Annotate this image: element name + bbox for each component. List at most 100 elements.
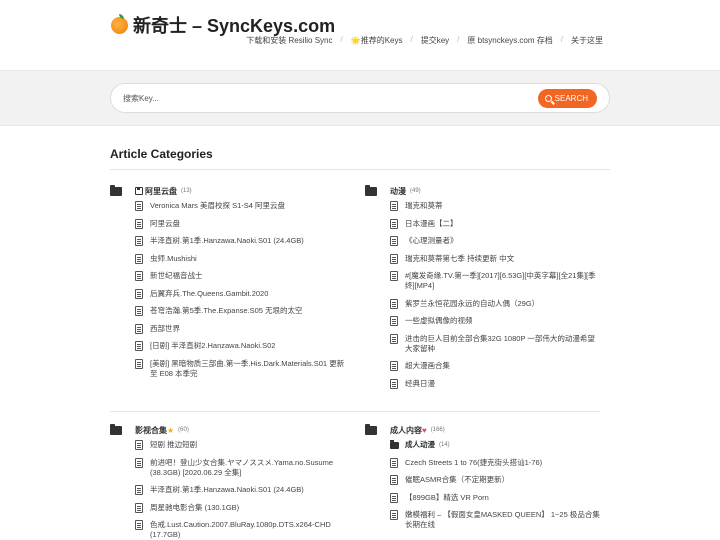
list-item[interactable]: 虫师.Mushishi (135, 253, 345, 264)
category-title[interactable]: 成人内容 (390, 425, 422, 436)
document-icon (135, 502, 143, 513)
list-item[interactable]: 西部世界 (135, 323, 345, 334)
article-link[interactable]: 虫师.Mushishi (150, 254, 197, 264)
category-film-collections: 影视合集 ★ (60) 短剧 推边短剧 前进吧！登山少女合集.ヤマノススメ.Yam… (110, 423, 345, 540)
list-item[interactable]: 阿里云盘 (135, 218, 345, 229)
document-icon (390, 333, 398, 344)
article-link[interactable]: 色戒.Lust.Caution.2007.BluRay.1080p.DTS.x2… (150, 520, 345, 540)
list-item[interactable]: 一些虚拟偶像的视频 (390, 316, 600, 326)
document-icon (390, 316, 398, 326)
document-icon (135, 440, 143, 450)
folder-icon (365, 184, 377, 196)
document-icon (390, 457, 398, 468)
document-icon (390, 475, 398, 485)
article-link[interactable]: 嫩模福利 – 【假面女皇MASKED QUEEN】 1~25 极品合集 长期在线 (405, 510, 600, 530)
article-link[interactable]: 半泽直树.第1季.Hanzawa.Naoki.S01 (24.4GB) (150, 485, 304, 495)
list-item[interactable]: 瑞克和莫蒂 (390, 201, 600, 211)
document-icon (135, 341, 143, 351)
article-link[interactable]: 西部世界 (150, 324, 180, 334)
document-icon (135, 201, 143, 211)
list-item[interactable]: 日本漫画【二】 (390, 218, 600, 229)
document-icon (390, 510, 398, 520)
document-icon (390, 201, 398, 211)
list-item[interactable]: 嫩模福利 – 【假面女皇MASKED QUEEN】 1~25 极品合集 长期在线 (390, 510, 600, 530)
list-item[interactable]: 苍穹浩瀚.第5季.The.Expanse.S05 无垠的太空 (135, 306, 345, 316)
list-item[interactable]: Czech Streets 1 to 76(捷克街头搭讪1-76) (390, 457, 600, 468)
list-item[interactable]: 前进吧！登山少女合集.ヤマノススメ.Yama.no.Susume (38.3GB… (135, 457, 345, 478)
search-band: SEARCH (0, 70, 720, 126)
article-link[interactable]: Veronica Mars 美眉校探 S1-S4 阿里云盘 (150, 201, 285, 211)
article-link[interactable]: 半泽直树.第1季.Hanzawa.Naoki.S01 (24.4GB) (150, 236, 304, 246)
article-link[interactable]: [日剧] 半泽直树2.Hanzawa.Naoki.S02 (150, 341, 275, 351)
list-item[interactable]: [日剧] 半泽直树2.Hanzawa.Naoki.S02 (135, 341, 345, 351)
divider (110, 169, 610, 170)
article-link[interactable]: 阿里云盘 (150, 219, 180, 229)
nav-separator: / (457, 35, 460, 44)
list-item[interactable]: 后翼弃兵.The.Queens.Gambit.2020 (135, 288, 345, 299)
nav-about[interactable]: 关于这里 (571, 35, 603, 46)
article-link[interactable]: 苍穹浩瀚.第5季.The.Expanse.S05 无垠的太空 (150, 306, 303, 316)
list-item[interactable]: 新世纪福音战士 (135, 271, 345, 281)
list-item[interactable]: 经典日漫 (390, 378, 600, 389)
nav-submit-key[interactable]: 提交key (421, 35, 449, 46)
folder-icon (110, 184, 122, 196)
article-link[interactable]: 新世纪福音战士 (150, 271, 203, 281)
list-item[interactable]: [美剧] 黑暗物质三部曲.第一季.His.Dark.Materials.S01 … (135, 358, 345, 379)
category-title[interactable]: 影视合集 (135, 425, 167, 436)
nav-archive[interactable]: 原 btsynckeys.com 存档 (467, 35, 552, 46)
category-header: 影视合集 ★ (60) (110, 423, 345, 437)
list-item[interactable]: Veronica Mars 美眉校探 S1-S4 阿里云盘 (135, 201, 345, 211)
list-item[interactable]: 紫罗兰永恒花园永远的自动人偶（29G） (390, 298, 600, 309)
list-item[interactable]: 催眠ASMR合集（不定期更新） (390, 475, 600, 485)
article-link[interactable]: 催眠ASMR合集（不定期更新） (405, 475, 509, 485)
list-item[interactable]: #[魔发奇缘.TV.第一季][2017][6.53G][中英字幕][全21集][… (390, 271, 600, 291)
list-item[interactable]: 《心理测量者》 (390, 236, 600, 246)
article-link[interactable]: 日本漫画【二】 (405, 219, 458, 229)
search-button[interactable]: SEARCH (537, 89, 597, 108)
document-icon (390, 236, 398, 246)
category-count: (49) (410, 188, 421, 194)
article-link[interactable]: 【899GB】精选 VR Porn (405, 493, 489, 503)
list-item[interactable]: 短剧 推边短剧 (135, 440, 345, 450)
list-item[interactable]: 半泽直树.第1季.Hanzawa.Naoki.S01 (24.4GB) (135, 236, 345, 246)
document-icon (390, 218, 398, 229)
nav-download-install[interactable]: 下载和安装 Resilio Sync (246, 35, 332, 46)
list-item[interactable]: 【899GB】精选 VR Porn (390, 492, 600, 503)
category-title[interactable]: 阿里云盘 (145, 186, 177, 197)
article-link[interactable]: 紫罗兰永恒花园永远的自动人偶（29G） (405, 299, 539, 309)
article-link[interactable]: [美剧] 黑暗物质三部曲.第一季.His.Dark.Materials.S01 … (150, 359, 345, 379)
site-header: 新奇士 – SyncKeys.com 下载和安装 Resilio Sync / … (0, 0, 720, 70)
list-item[interactable]: 色戒.Lust.Caution.2007.BluRay.1080p.DTS.x2… (135, 520, 345, 540)
article-link[interactable]: 前进吧！登山少女合集.ヤマノススメ.Yama.no.Susume (38.3GB… (150, 458, 345, 478)
list-item[interactable]: 超大漫画合集 (390, 361, 600, 371)
article-link[interactable]: 进击的巨人目前全部合集32G 1080P 一部伟大的动漫希望大家留种 (405, 334, 600, 354)
article-link[interactable]: 超大漫画合集 (405, 361, 450, 371)
subcategory-item[interactable]: 成人动漫 (14) (390, 440, 600, 450)
article-link[interactable]: #[魔发奇缘.TV.第一季][2017][6.53G][中英字幕][全21集][… (405, 271, 600, 291)
document-icon (135, 236, 143, 246)
article-link[interactable]: 瑞克和莫蒂第七季 持续更新 中文 (405, 254, 514, 264)
folder-icon (390, 440, 399, 449)
article-link[interactable]: 瑞克和莫蒂 (405, 201, 443, 211)
article-link[interactable]: 后翼弃兵.The.Queens.Gambit.2020 (150, 289, 268, 299)
list-item[interactable]: 进击的巨人目前全部合集32G 1080P 一部伟大的动漫希望大家留种 (390, 333, 600, 354)
article-link[interactable]: 一些虚拟偶像的视频 (405, 316, 473, 326)
site-title-text[interactable]: 新奇士 – SyncKeys.com (133, 16, 335, 36)
category-title[interactable]: 动漫 (390, 186, 406, 197)
document-icon (135, 288, 143, 299)
list-item[interactable]: 瑞克和莫蒂第七季 持续更新 中文 (390, 253, 600, 264)
article-link[interactable]: 《心理测量者》 (405, 236, 458, 246)
article-link[interactable]: 周星驰电影合集 (130.1GB) (150, 503, 239, 513)
subcategory-title[interactable]: 成人动漫 (405, 440, 435, 450)
list-item[interactable]: 半泽直树.第1季.Hanzawa.Naoki.S01 (24.4GB) (135, 485, 345, 495)
article-link[interactable]: Czech Streets 1 to 76(捷克街头搭讪1-76) (405, 458, 542, 468)
document-icon (135, 218, 143, 229)
heart-icon: ♥ (422, 425, 427, 435)
category-header: 动漫 (49) (365, 184, 600, 198)
search-input[interactable] (123, 84, 523, 112)
star-icon: ★ (167, 425, 175, 435)
nav-recommended-keys[interactable]: 🌟推荐的Keys (351, 35, 403, 46)
article-link[interactable]: 短剧 推边短剧 (150, 440, 197, 450)
list-item[interactable]: 周星驰电影合集 (130.1GB) (135, 502, 345, 513)
article-link[interactable]: 经典日漫 (405, 379, 435, 389)
